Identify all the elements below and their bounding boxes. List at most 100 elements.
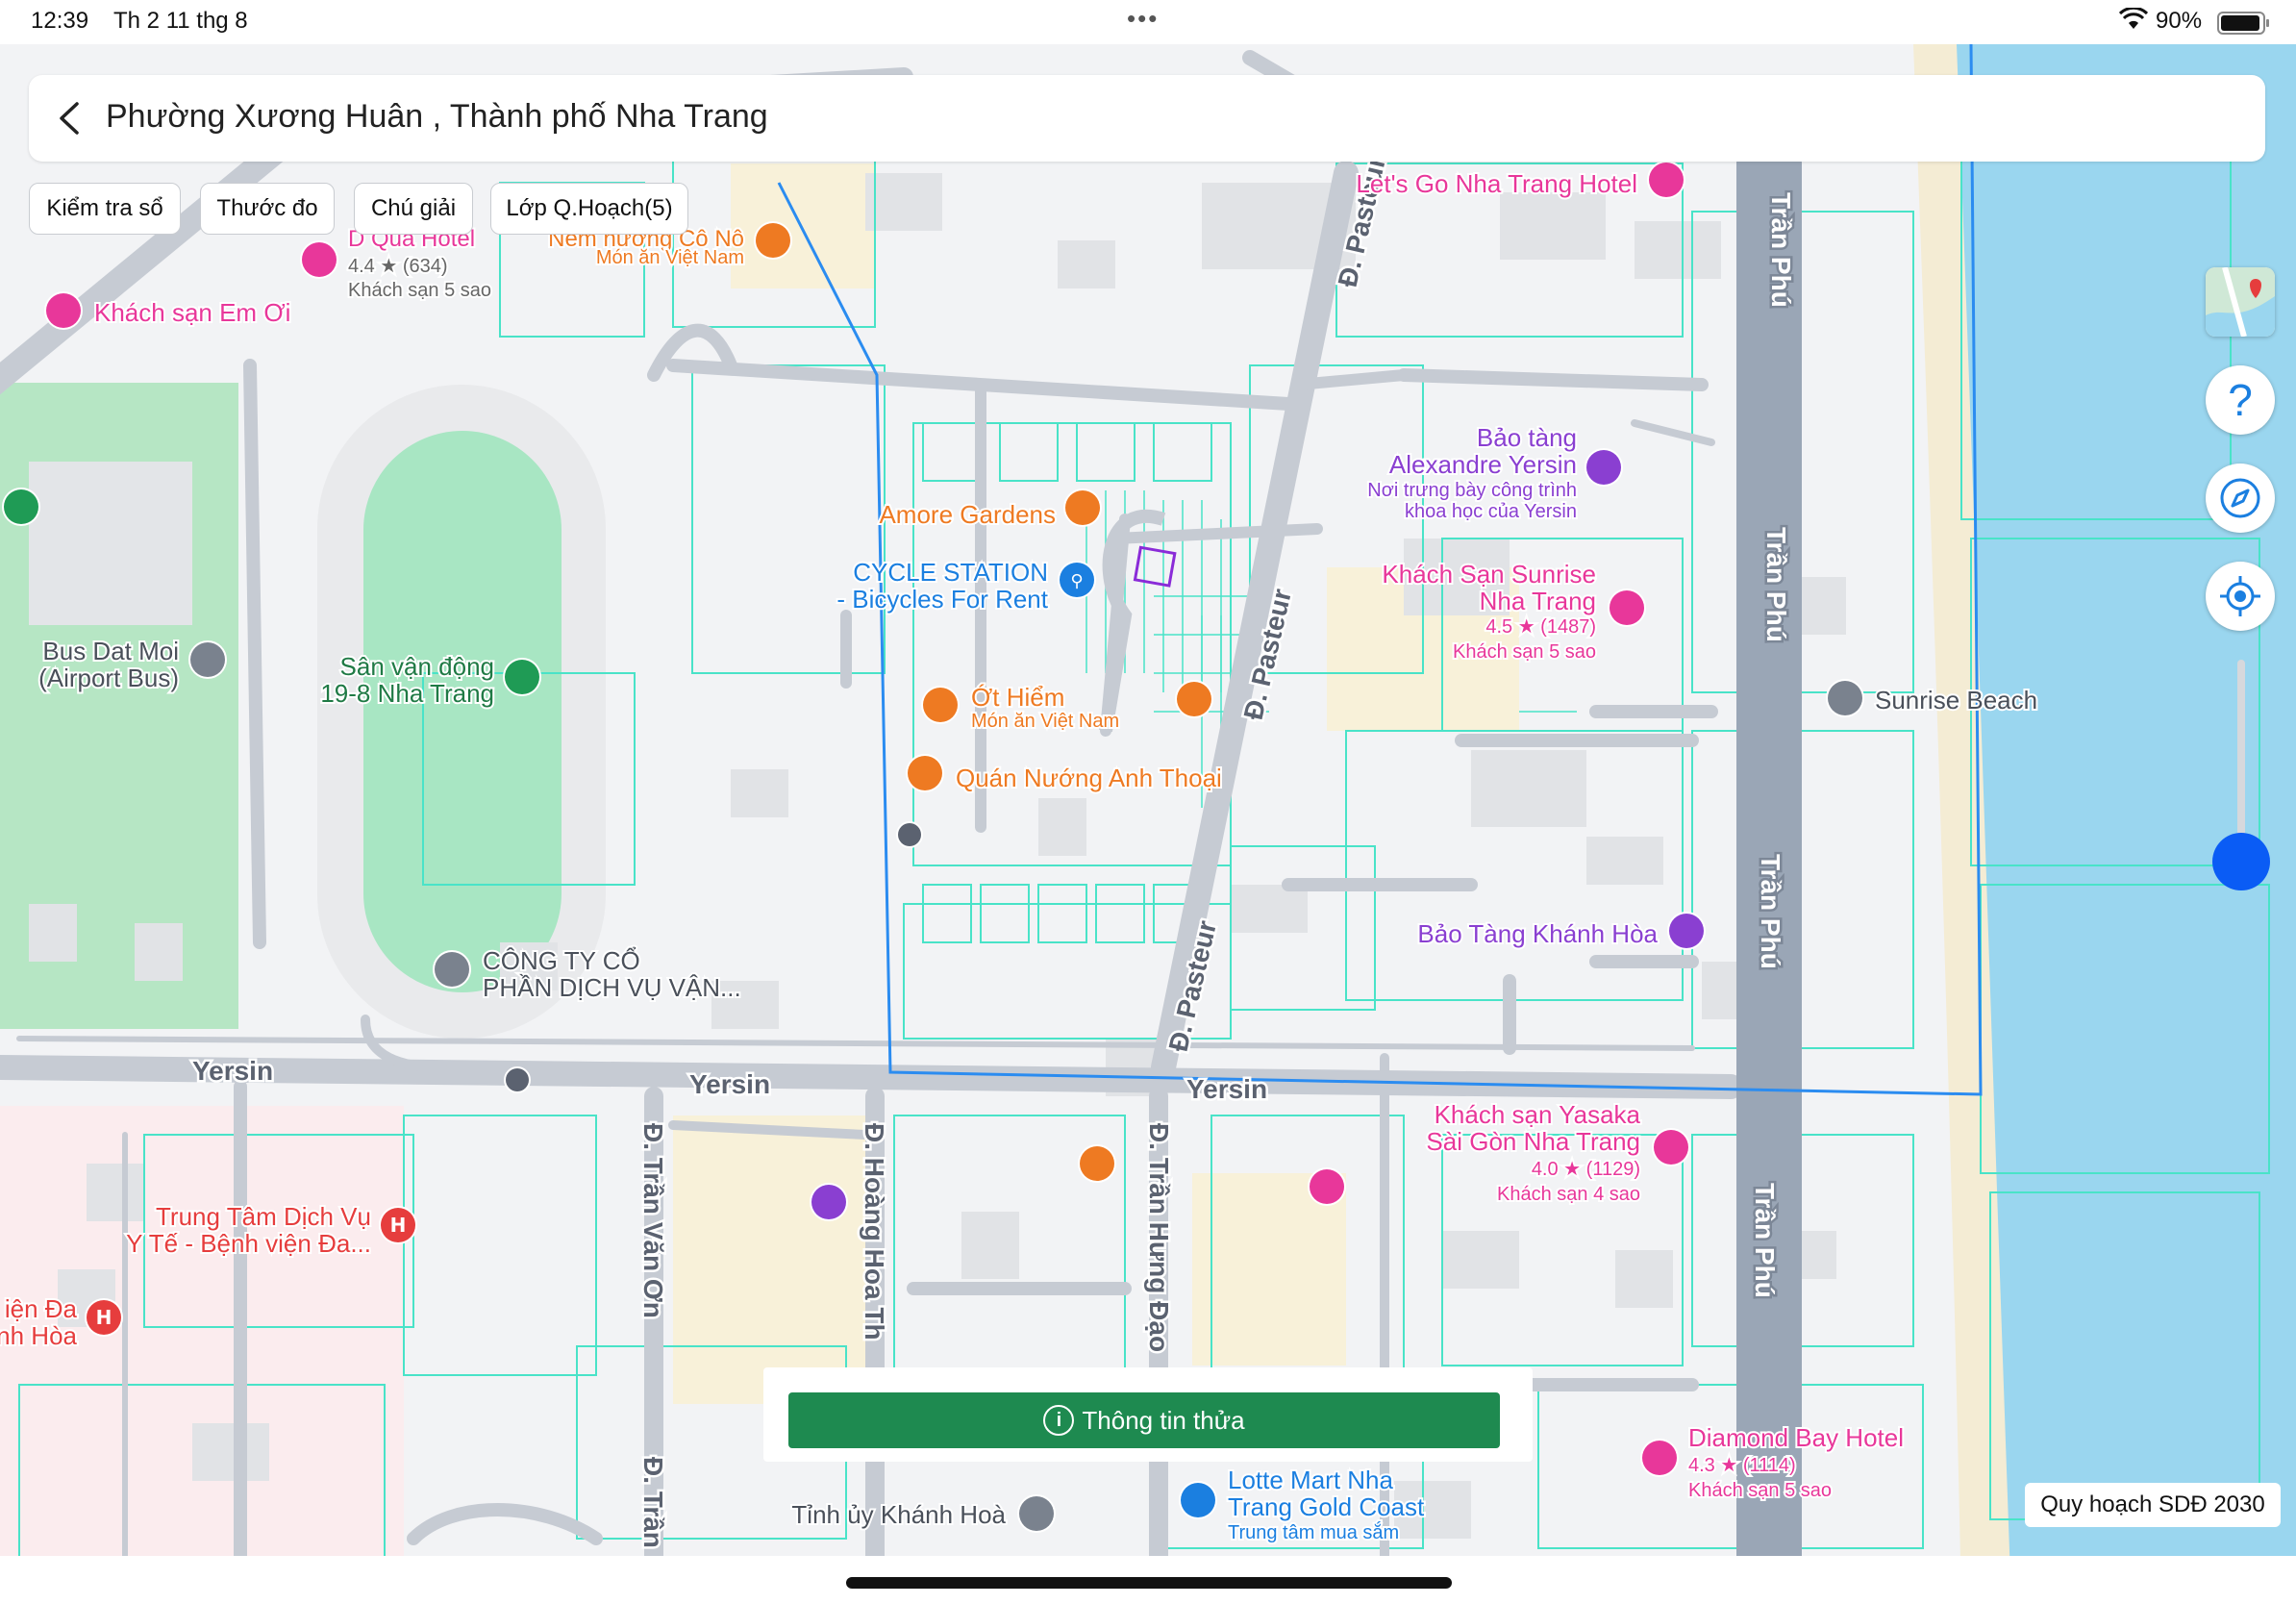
location-header: Phường Xương Huân , Thành phố Nha Trang bbox=[29, 75, 2265, 162]
restaurant-icon bbox=[754, 221, 792, 260]
page-title: Phường Xương Huân , Thành phố Nha Trang bbox=[106, 98, 768, 135]
ruler-button[interactable]: Thước đo bbox=[200, 183, 335, 235]
poi-label: Sài Gòn Nha Trang bbox=[1426, 1127, 1640, 1156]
street-label-yersin: Yersin bbox=[192, 1056, 273, 1086]
place-icon bbox=[188, 640, 227, 679]
museum-icon bbox=[1667, 912, 1706, 950]
poi-label: Bus Dat Moi bbox=[42, 637, 179, 665]
compass-icon bbox=[2220, 478, 2260, 518]
restaurant-icon bbox=[906, 754, 944, 792]
poi-label: Sunrise Beach bbox=[1875, 686, 2037, 714]
poi-category: Món ăn Việt Nam bbox=[596, 247, 744, 268]
plan-layer-label: Quy hoạch SDĐ 2030 bbox=[2025, 1483, 2281, 1527]
street-label-hoang-hoa-tham: Đ. Hoàng Hoa Th bbox=[860, 1123, 889, 1341]
poi-label: Nha Trang bbox=[1480, 587, 1596, 615]
opacity-slider-handle[interactable] bbox=[2212, 833, 2270, 890]
hotel-icon bbox=[1640, 1439, 1679, 1477]
compass-button[interactable] bbox=[2206, 464, 2275, 533]
back-button[interactable] bbox=[48, 96, 92, 140]
restaurant-icon bbox=[921, 686, 960, 724]
street-label-tran-phu: Trần Phú bbox=[1761, 527, 1791, 642]
poi-rating: 4.0 ★ (1129) bbox=[1532, 1159, 1640, 1180]
help-button[interactable]: ? bbox=[2206, 365, 2275, 435]
multitask-dots[interactable]: ••• bbox=[1127, 4, 1159, 34]
restaurant-icon bbox=[1175, 680, 1213, 718]
hotel-icon bbox=[1308, 1167, 1346, 1206]
bus-stop-icon bbox=[504, 1066, 531, 1093]
poi-label: nh Hòa bbox=[0, 1321, 78, 1350]
poi-label: iện Đa bbox=[5, 1294, 78, 1323]
place-icon bbox=[433, 950, 471, 989]
poi-category: Trung tâm mua sắm bbox=[1228, 1521, 1399, 1543]
poi-label: Lotte Mart Nha bbox=[1228, 1466, 1394, 1494]
poi-label: Bảo Tàng Khánh Hòa bbox=[1417, 919, 1658, 948]
parcel-info-label: Thông tin thửa bbox=[1082, 1405, 1245, 1435]
poi-label: Y Tế - Bệnh viện Đa... bbox=[126, 1229, 371, 1258]
street-label-tran-van-on: Đ. Trần Văn Ơn bbox=[638, 1123, 668, 1318]
poi-label: Khách Sạn Sunrise bbox=[1382, 560, 1596, 589]
check-book-button[interactable]: Kiểm tra sổ bbox=[29, 183, 181, 235]
stadium-icon bbox=[503, 658, 541, 696]
map-canvas[interactable]: Yersin Yersin Yersin Đ. Pasteur Đ. Paste… bbox=[0, 0, 2296, 1604]
museum-icon bbox=[1585, 448, 1623, 487]
poi-label: Ớt Hiểm bbox=[971, 683, 1064, 712]
planning-layer-button[interactable]: Lớp Q.Hoạch(5) bbox=[490, 183, 688, 235]
hotel-icon bbox=[300, 240, 338, 279]
poi-label: Bảo tàng bbox=[1477, 423, 1577, 452]
poi-category: Nơi trưng bày công trình bbox=[1367, 480, 1577, 501]
status-time: 12:39 bbox=[31, 8, 89, 34]
poi-label: PHẦN DỊCH VỤ VẬN... bbox=[483, 973, 741, 1002]
cinema-icon bbox=[810, 1183, 848, 1221]
hospital-area bbox=[0, 1106, 404, 1604]
map-layers-icon bbox=[2206, 267, 2275, 337]
poi-category: Khách sạn 5 sao bbox=[348, 280, 491, 301]
poi-label: Quán Nướng Anh Thoại bbox=[956, 764, 1222, 792]
street-label-tran-hung-dao: Đ. Trần Hưng Đạo bbox=[1144, 1123, 1174, 1352]
poi-label: Khách sạn Yasaka bbox=[1435, 1100, 1641, 1129]
street-label-yersin: Yersin bbox=[1186, 1074, 1267, 1104]
stadium-field bbox=[363, 431, 562, 992]
poi-label: Trang Gold Coast bbox=[1228, 1492, 1425, 1521]
poi-category: Khách sạn 5 sao bbox=[1453, 641, 1596, 663]
poi-category: Khách sạn 5 sao bbox=[1688, 1480, 1832, 1501]
poi-label: (Airport Bus) bbox=[38, 664, 179, 692]
hotel-icon bbox=[44, 291, 83, 330]
poi-label: Sân vận động bbox=[340, 652, 494, 681]
restaurant-icon bbox=[1078, 1144, 1116, 1183]
poi-label: Alexandre Yersin bbox=[1389, 450, 1577, 479]
street-label-tran: Đ. Trần bbox=[638, 1457, 668, 1548]
my-location-button[interactable] bbox=[2206, 562, 2275, 631]
poi-label: Diamond Bay Hotel bbox=[1688, 1423, 1904, 1452]
poi-label: CYCLE STATION bbox=[853, 558, 1048, 587]
status-date: Th 2 11 thg 8 bbox=[113, 8, 248, 34]
svg-text:H: H bbox=[390, 1214, 407, 1237]
battery-percent: 90% bbox=[2156, 8, 2203, 34]
poi-rating: 4.5 ★ (1487) bbox=[1485, 616, 1596, 638]
bus-stop-icon bbox=[896, 821, 923, 848]
place-icon bbox=[1826, 679, 1864, 717]
parcel-info-button[interactable]: i Thông tin thửa bbox=[788, 1392, 1500, 1448]
poi-label: Let's Go Nha Trang Hotel bbox=[1356, 169, 1637, 198]
poi-category: khoa học của Yersin bbox=[1405, 501, 1577, 522]
legend-button[interactable]: Chú giải bbox=[354, 183, 473, 235]
poi-label: 19-8 Nha Trang bbox=[320, 679, 494, 708]
place-icon bbox=[1017, 1494, 1056, 1533]
battery-icon bbox=[2217, 12, 2269, 35]
info-icon: i bbox=[1043, 1405, 1075, 1436]
svg-text:H: H bbox=[96, 1306, 112, 1329]
hotel-icon bbox=[1647, 161, 1685, 199]
poi-rating: 4.3 ★ (1114) bbox=[1688, 1455, 1796, 1476]
home-indicator[interactable] bbox=[846, 1577, 1452, 1589]
poi-label: Trung Tâm Dịch Vụ bbox=[156, 1202, 371, 1231]
poi-label: Amore Gardens bbox=[879, 500, 1056, 529]
hotel-icon bbox=[1608, 589, 1646, 627]
poi-label: Tỉnh ủy Khánh Hoà bbox=[791, 1500, 1006, 1529]
wifi-icon bbox=[2119, 8, 2148, 29]
cafe-icon bbox=[1063, 489, 1102, 527]
hotel-icon bbox=[1652, 1128, 1690, 1166]
poi-rating: 4.4 ★ (634) bbox=[348, 256, 448, 277]
locate-icon bbox=[2220, 576, 2260, 616]
street-label-yersin: Yersin bbox=[689, 1069, 770, 1099]
map-type-button[interactable] bbox=[2206, 267, 2275, 337]
opacity-slider-track[interactable] bbox=[2237, 660, 2245, 862]
